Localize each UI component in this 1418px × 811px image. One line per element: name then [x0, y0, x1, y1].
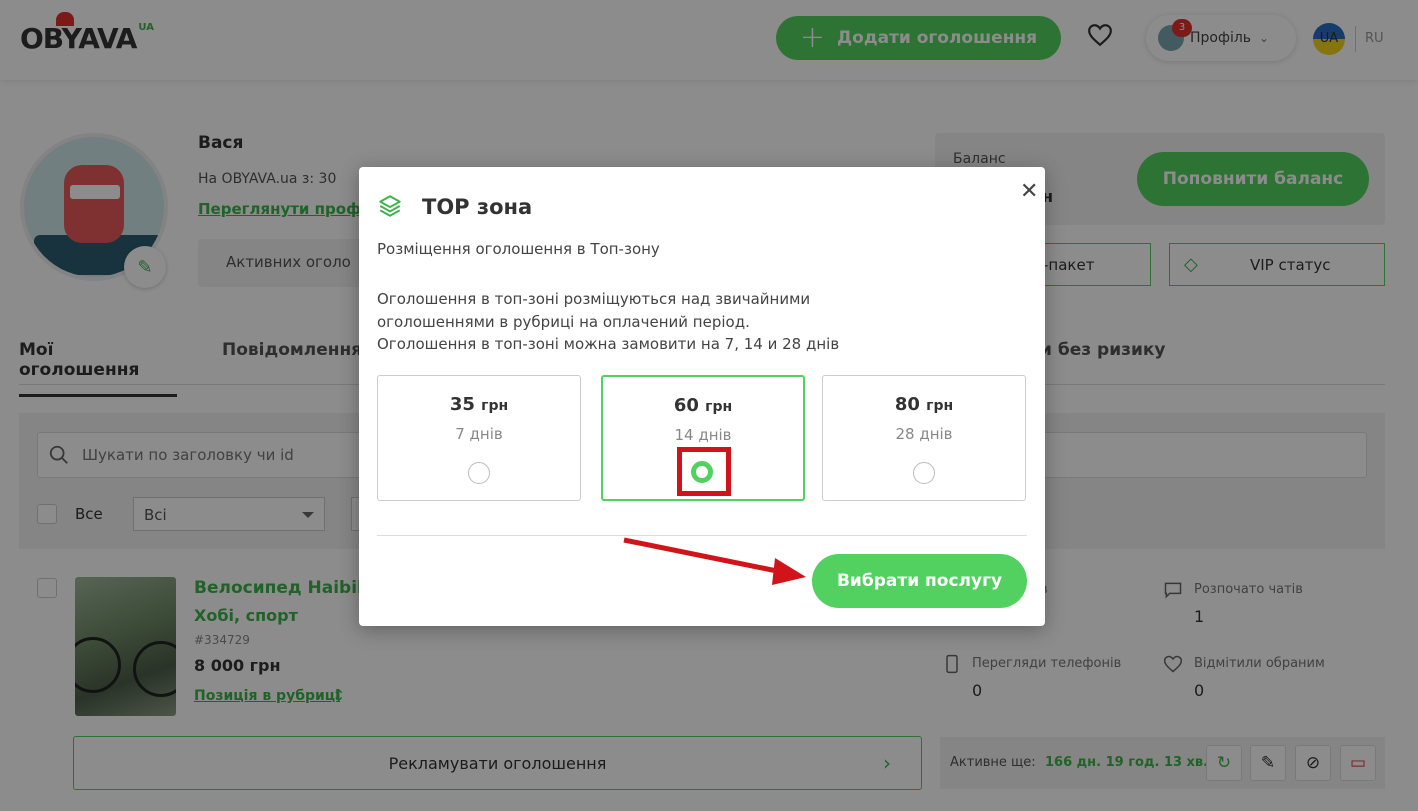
option-price: 60 грн [603, 395, 803, 416]
option-price: 80 грн [823, 394, 1025, 415]
modal-description: Оголошення в топ-зоні розміщуються над з… [377, 288, 1017, 356]
option-days: 28 днів [895, 425, 953, 443]
layers-icon [379, 195, 401, 217]
modal-title: ТОР зона [422, 195, 533, 219]
close-icon[interactable]: ✕ [1020, 181, 1038, 203]
option-radio[interactable] [468, 462, 490, 484]
option-days: 14 днів [674, 426, 732, 444]
option-card-7-days[interactable]: 35 грн 7 днів [377, 375, 581, 501]
option-radio[interactable] [913, 462, 935, 484]
option-price-amount: 60 [673, 395, 699, 416]
option-price-currency: грн [705, 399, 733, 415]
modal-subtitle: Розміщення оголошення в Топ-зону [377, 240, 660, 258]
option-card-28-days[interactable]: 80 грн 28 днів [822, 375, 1026, 501]
option-price: 35 грн [378, 394, 580, 415]
modal-description-line: оголошеннями в рубриці на оплачений пері… [377, 312, 750, 331]
choose-service-button[interactable]: Вибрати послугу [812, 554, 1027, 608]
annotation-highlight-box [677, 447, 731, 496]
option-price-currency: грн [481, 398, 509, 414]
option-price-currency: грн [926, 398, 954, 414]
option-price-amount: 80 [894, 394, 920, 415]
option-price-amount: 35 [449, 394, 475, 415]
modal-description-line: Оголошення в топ-зоні розміщуються над з… [377, 290, 811, 308]
option-days: 7 днів [455, 425, 503, 443]
modal-description-line: Оголошення в топ-зоні можна замовити на … [377, 335, 840, 353]
annotation-arrow-icon [623, 537, 806, 585]
